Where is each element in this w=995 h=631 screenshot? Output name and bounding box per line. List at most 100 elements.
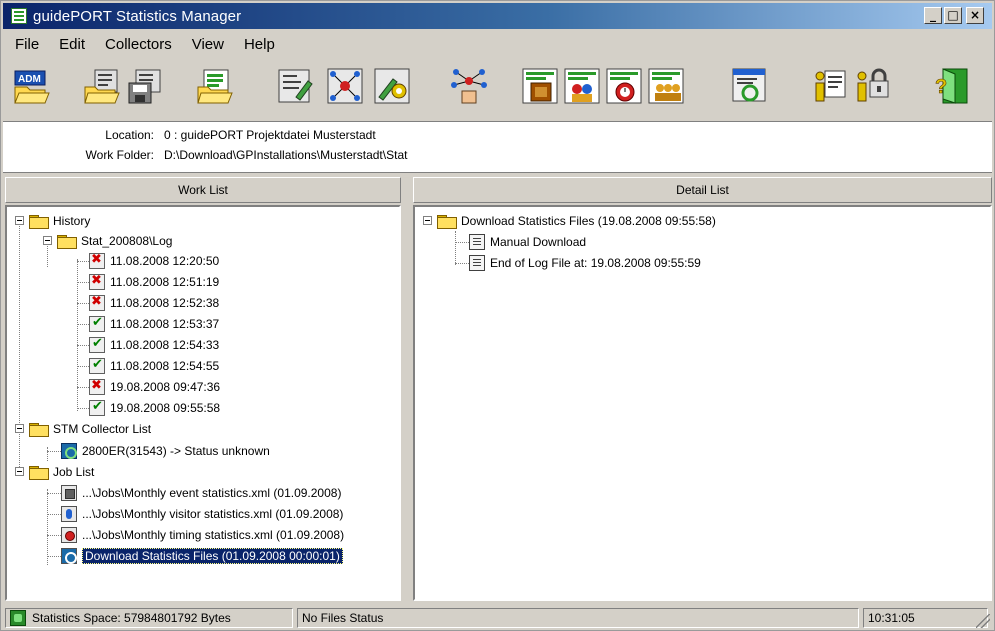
tree-label: End of Log File at: 19.08.2008 09:55:59	[490, 256, 701, 270]
title-bar[interactable]: guidePORT Statistics Manager _ □ ×	[3, 3, 992, 29]
tree-label: STM Collector List	[53, 422, 152, 436]
status-space: Statistics Space: 57984801792 Bytes	[5, 608, 293, 628]
svg-text:ADM: ADM	[18, 74, 41, 85]
exit-button[interactable]: ?	[933, 67, 971, 105]
info-lock-button[interactable]	[853, 67, 891, 105]
collapse-toggle[interactable]	[15, 216, 24, 225]
network-hand-button[interactable]	[450, 67, 488, 105]
tree-label: 11.08.2008 12:52:38	[110, 296, 220, 310]
log-error-icon	[89, 273, 105, 290]
status-time-text: 10:31:05	[868, 611, 915, 625]
tree-node-log[interactable]: 19.08.2008 09:47:36	[89, 377, 220, 397]
tree-node-job[interactable]: ...\Jobs\Monthly timing statistics.xml (…	[61, 525, 344, 545]
network-hand-icon	[451, 69, 487, 104]
edit-collector-button[interactable]	[276, 67, 314, 105]
tree-node-collector[interactable]: 2800ER(31543) -> Status unknown	[61, 441, 270, 461]
save-button[interactable]	[126, 67, 164, 105]
edit-collector-icon	[278, 69, 313, 103]
app-window: guidePORT Statistics Manager _ □ × File …	[0, 0, 995, 631]
tree-node-job[interactable]: ...\Jobs\Monthly visitor statistics.xml …	[61, 504, 343, 524]
minimize-button[interactable]: _	[924, 7, 942, 24]
info-button[interactable]	[811, 67, 849, 105]
menu-file[interactable]: File	[3, 36, 49, 53]
folder-open-icon	[437, 214, 457, 229]
open-list-icon	[197, 69, 233, 104]
event-stats-button[interactable]	[521, 67, 559, 105]
tree-node-log[interactable]: 11.08.2008 12:20:50	[89, 251, 219, 271]
resize-grip[interactable]	[976, 614, 990, 628]
close-button[interactable]: ×	[966, 7, 984, 24]
visitor-stats-button[interactable]	[563, 67, 601, 105]
adm-open-button[interactable]: ADM	[13, 67, 51, 105]
open-folder-icon	[84, 69, 120, 104]
panel-splitter[interactable]	[401, 177, 413, 605]
menu-bar: File Edit Collectors View Help	[3, 31, 285, 57]
tree-node-log[interactable]: 11.08.2008 12:53:37	[89, 314, 219, 334]
maximize-button[interactable]: □	[944, 7, 962, 24]
document-icon	[469, 255, 485, 271]
timing-job-icon	[61, 527, 77, 543]
tree-node-job-list[interactable]: Job List	[15, 462, 94, 482]
menu-collectors[interactable]: Collectors	[95, 36, 182, 53]
folder-open-icon	[29, 465, 49, 480]
menu-view[interactable]: View	[182, 36, 234, 53]
detail-node-item[interactable]: End of Log File at: 19.08.2008 09:55:59	[469, 253, 701, 273]
tree-node-collector-list[interactable]: STM Collector List	[15, 419, 151, 439]
event-job-icon	[61, 485, 77, 501]
work-list-header[interactable]: Work List	[5, 177, 401, 203]
tree-node-log[interactable]: 11.08.2008 12:54:55	[89, 356, 219, 376]
tree-node-job-selected[interactable]: Download Statistics Files (01.09.2008 00…	[61, 546, 343, 566]
network-collector-button[interactable]	[326, 67, 364, 105]
collapse-toggle[interactable]	[15, 424, 24, 433]
collapse-toggle[interactable]	[43, 236, 52, 245]
tree-node-log[interactable]: 11.08.2008 12:52:38	[89, 293, 219, 313]
tree-label: Download Statistics Files (19.08.2008 09…	[461, 214, 716, 228]
tree-label: ...\Jobs\Monthly event statistics.xml (0…	[82, 486, 342, 500]
collector-settings-icon	[374, 68, 410, 104]
open-button[interactable]	[83, 67, 121, 105]
save-icon	[128, 69, 161, 104]
folder-open-icon	[29, 422, 49, 437]
tree-label: 19.08.2008 09:47:36	[110, 380, 221, 394]
log-error-icon	[89, 378, 105, 395]
tree-node-log[interactable]: 11.08.2008 12:54:33	[89, 335, 219, 355]
detail-list-tree[interactable]: Download Statistics Files (19.08.2008 09…	[413, 205, 992, 601]
log-error-icon	[89, 252, 105, 269]
download-job-icon	[61, 548, 77, 564]
window-title: guidePORT Statistics Manager	[33, 7, 242, 25]
statistics-space-icon	[10, 610, 26, 626]
work-folder-label: Work Folder:	[85, 148, 154, 162]
tree-label: 11.08.2008 12:51:19	[110, 275, 220, 289]
detail-node-item[interactable]: Manual Download	[469, 232, 586, 252]
tree-node-log[interactable]: 11.08.2008 12:51:19	[89, 272, 219, 292]
collapse-toggle[interactable]	[15, 467, 24, 476]
tree-node-history[interactable]: History	[15, 211, 90, 231]
detail-list-header[interactable]: Detail List	[413, 177, 992, 203]
collector-settings-button[interactable]	[373, 67, 411, 105]
info-panel: Location: 0 : guidePORT Projektdatei Mus…	[3, 121, 992, 173]
folder-open-icon	[29, 214, 49, 229]
group-stats-button[interactable]	[647, 67, 685, 105]
event-stats-icon	[522, 68, 558, 104]
menu-edit[interactable]: Edit	[49, 36, 95, 53]
menu-help[interactable]: Help	[234, 36, 285, 53]
detail-node-root[interactable]: Download Statistics Files (19.08.2008 09…	[423, 211, 716, 231]
app-icon[interactable]	[11, 8, 27, 24]
log-error-icon	[89, 294, 105, 311]
tree-node-log[interactable]: 19.08.2008 09:55:58	[89, 398, 220, 418]
log-ok-icon	[89, 336, 105, 353]
tree-label: ...\Jobs\Monthly timing statistics.xml (…	[82, 528, 345, 542]
work-list-tree[interactable]: History Stat_200808\Log 11.08.2008 12:20…	[5, 205, 401, 601]
tree-label: History	[53, 214, 91, 228]
tree-node-job[interactable]: ...\Jobs\Monthly event statistics.xml (0…	[61, 483, 341, 503]
status-space-text: Statistics Space: 57984801792 Bytes	[32, 611, 231, 625]
info-icon	[815, 70, 846, 102]
status-bar: Statistics Space: 57984801792 Bytes No F…	[3, 606, 992, 630]
refresh-files-button[interactable]	[730, 67, 768, 105]
timing-stats-button[interactable]	[605, 67, 643, 105]
adm-open-icon: ADM	[14, 70, 50, 104]
visitor-job-icon	[61, 506, 77, 522]
open-list-button[interactable]	[196, 67, 234, 105]
tree-node-stat-folder[interactable]: Stat_200808\Log	[43, 231, 172, 251]
collapse-toggle[interactable]	[423, 216, 432, 225]
